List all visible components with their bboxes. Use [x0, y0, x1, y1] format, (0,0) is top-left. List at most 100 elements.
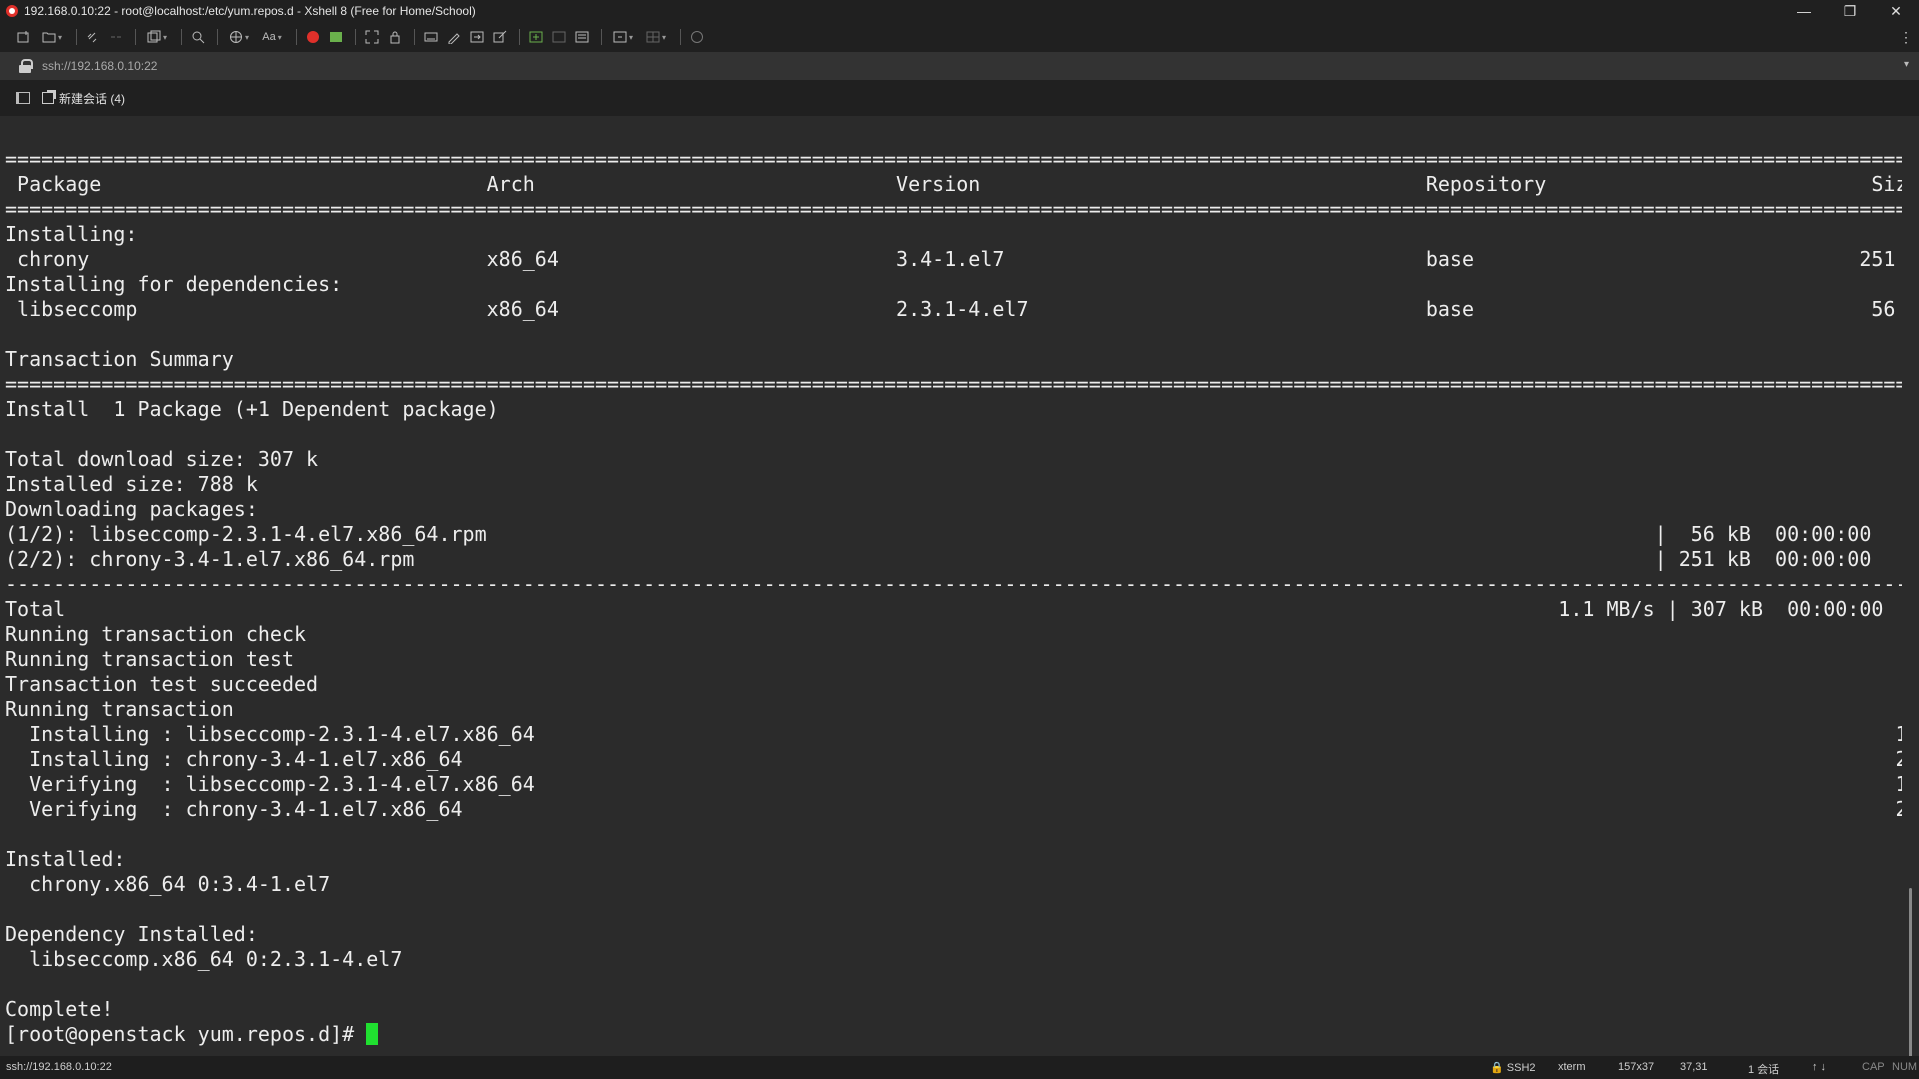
font-icon[interactable]: Aa [257, 27, 287, 47]
terminal-line: Running transaction test [5, 647, 294, 671]
status-term-type: xterm [1558, 1061, 1586, 1073]
terminal-line: Total download size: 307 k [5, 447, 319, 471]
help-icon[interactable] [687, 27, 707, 47]
status-sessions[interactable]: 1 会话 [1748, 1061, 1779, 1077]
scrollbar[interactable] [1902, 116, 1919, 1073]
window-controls: — ❐ ✕ [1781, 0, 1919, 22]
new-session-icon[interactable] [14, 27, 34, 47]
open-folder-icon[interactable] [37, 27, 67, 47]
script-icon[interactable] [444, 27, 464, 47]
status-num-lock: NUM [1892, 1061, 1918, 1073]
fullscreen-icon[interactable] [362, 27, 382, 47]
terminal-line: Package Arch Version Repository Size [5, 172, 1902, 196]
tab-new-session[interactable]: 新建会话 (4) [42, 90, 125, 107]
scrollbar-thumb[interactable] [1909, 888, 1912, 1073]
terminal-line: Installing for dependencies: [5, 272, 343, 296]
toolbar-separator [519, 29, 520, 45]
terminal-line: (1/2): libseccomp-2.3.1-4.el7.x86_64.rpm… [5, 522, 1872, 546]
terminal-line: chrony x86_64 3.4-1.el7 base 251 k [5, 247, 1902, 271]
terminal-line: ----------------------------------------… [5, 572, 1902, 596]
status-host: ssh://192.168.0.10:22 [6, 1061, 112, 1073]
lock-icon [18, 59, 33, 73]
new-window-icon [42, 90, 56, 104]
terminal-line: Installed size: 788 k [5, 472, 258, 496]
keyboard-icon[interactable] [421, 27, 441, 47]
terminal-line: Total 1.1 MB/s | 307 kB 00:00:00 [5, 597, 1884, 621]
compose-icon[interactable] [490, 27, 510, 47]
terminal-line: ========================================… [5, 147, 1902, 171]
terminal-line: Installing : chrony-3.4-1.el7.x86_64 2/2 [5, 747, 1902, 771]
maximize-button[interactable]: ❐ [1827, 0, 1873, 22]
terminal-line: Running transaction check [5, 622, 307, 646]
toolbar: Aa ⋮ [0, 22, 1919, 52]
terminal-line: Verifying : libseccomp-2.3.1-4.el7.x86_6… [5, 772, 1902, 796]
shell-prompt: [root@openstack yum.repos.d]# [5, 1022, 367, 1046]
terminal-output[interactable]: ========================================… [0, 116, 1902, 1056]
terminal-line: Transaction test succeeded [5, 672, 319, 696]
toolbar-separator [76, 29, 77, 45]
status-transfer-arrows: ↑ ↓ [1812, 1061, 1827, 1073]
address-bar: ssh://192.168.0.10:22 ▾ [0, 52, 1919, 80]
transfer-icon[interactable] [608, 27, 638, 47]
status-cursor-position: 37,31 [1680, 1061, 1708, 1073]
title-bar: 192.168.0.10:22 - root@localhost:/etc/yu… [0, 0, 1919, 22]
link-icon[interactable] [83, 27, 103, 47]
terminal-line: Verifying : chrony-3.4-1.el7.x86_64 2/2 [5, 797, 1902, 821]
xftp-icon[interactable] [326, 27, 346, 47]
terminal-line: Installing: [5, 222, 138, 246]
toolbar-separator [181, 29, 182, 45]
unlink-icon[interactable] [106, 27, 126, 47]
toolbar-separator [135, 29, 136, 45]
address-input[interactable]: ssh://192.168.0.10:22 [42, 59, 157, 73]
terminal-line: ========================================… [5, 372, 1902, 396]
grid-icon[interactable] [641, 27, 671, 47]
status-protocol-label: SSH2 [1506, 1062, 1536, 1074]
close-button[interactable]: ✕ [1873, 0, 1919, 22]
session-list-icon[interactable] [16, 92, 30, 104]
tab-label: 新建会话 (4) [59, 91, 126, 106]
copy-icon[interactable] [142, 27, 172, 47]
terminal-line: ========================================… [5, 197, 1902, 221]
xshell-app-icon[interactable] [6, 5, 18, 17]
terminal-line: Dependency Installed: [5, 922, 258, 946]
status-size: 157x37 [1618, 1061, 1655, 1073]
status-bar: ssh://192.168.0.10:22 🔒 SSH2 xterm 157x3… [0, 1056, 1919, 1079]
terminal-line: libseccomp x86_64 2.3.1-4.el7 base 56 k [5, 297, 1902, 321]
globe-icon[interactable] [224, 27, 254, 47]
status-protocol: 🔒 SSH2 [1490, 1062, 1536, 1074]
toolbar-separator [601, 29, 602, 45]
minimize-button[interactable]: — [1781, 0, 1827, 22]
terminal-line: Complete! [5, 997, 114, 1021]
toolbar-separator [217, 29, 218, 45]
terminal-line: Installing : libseccomp-2.3.1-4.el7.x86_… [5, 722, 1902, 746]
window-title: 192.168.0.10:22 - root@localhost:/etc/yu… [24, 4, 476, 18]
toolbar-separator [414, 29, 415, 45]
toolbar-separator [355, 29, 356, 45]
layout-icon[interactable] [572, 27, 592, 47]
toolbar-separator [296, 29, 297, 45]
chevron-down-icon[interactable]: ▾ [1904, 59, 1909, 70]
terminal-line: libseccomp.x86_64 0:2.3.1-4.el7 [5, 947, 403, 971]
send-icon[interactable] [467, 27, 487, 47]
terminal-cursor [366, 1023, 379, 1045]
terminal-line: Running transaction [5, 697, 234, 721]
lock-icon[interactable] [385, 27, 405, 47]
terminal-line: Installed: [5, 847, 126, 871]
more-options-icon[interactable]: ⋮ [1899, 29, 1913, 46]
search-icon[interactable] [188, 27, 208, 47]
xshell-icon[interactable] [303, 27, 323, 47]
status-caps-lock: CAP [1862, 1061, 1885, 1073]
terminal-prompt-line[interactable]: [root@openstack yum.repos.d]# [5, 1022, 1902, 1047]
terminal-line: chrony.x86_64 0:3.4-1.el7 [5, 872, 331, 896]
terminal-line: (2/2): chrony-3.4-1.el7.x86_64.rpm | 251… [5, 547, 1872, 571]
terminal-line: Install 1 Package (+1 Dependent package) [5, 397, 499, 421]
toolbar-separator [680, 29, 681, 45]
tile-icon[interactable] [549, 27, 569, 47]
new-tab-icon[interactable] [526, 27, 546, 47]
session-tab-bar: 新建会话 (4) [0, 80, 1919, 116]
